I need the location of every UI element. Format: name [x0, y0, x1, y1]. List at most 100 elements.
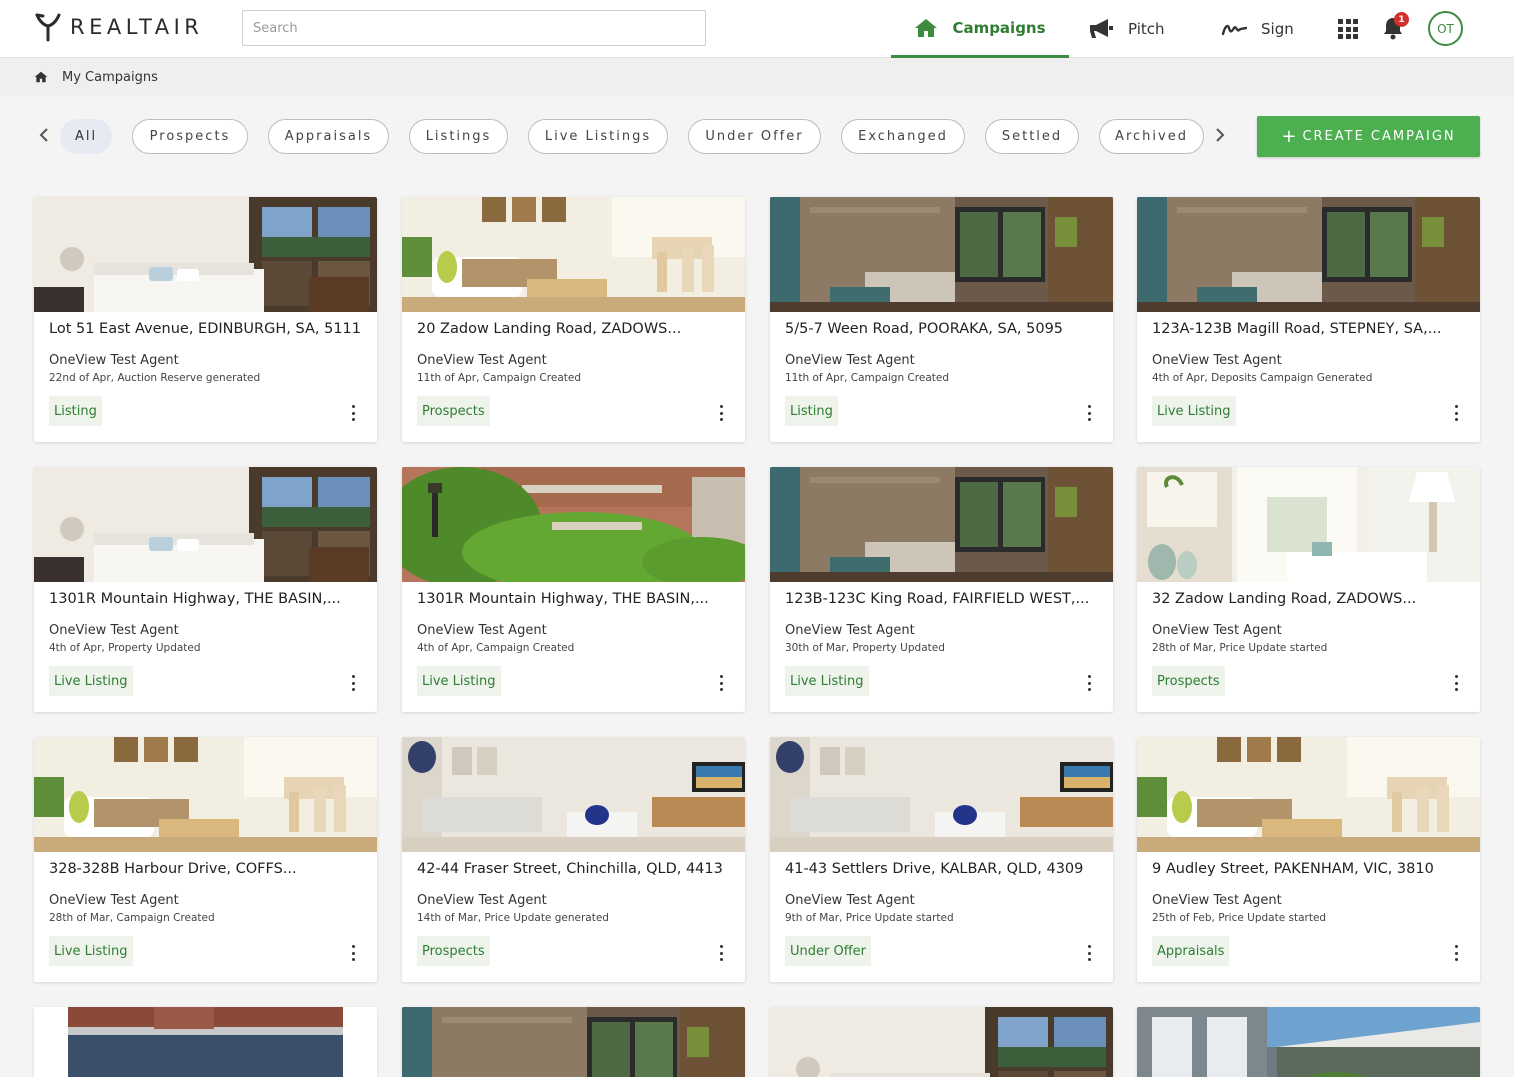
more-vert-icon[interactable]: [1083, 675, 1095, 691]
create-campaign-button[interactable]: + CREATE CAMPAIGN: [1257, 116, 1480, 157]
campaign-last-event: 22nd of Apr, Auction Reserve generated: [49, 372, 261, 384]
campaign-card[interactable]: 9 Audley Street, PAKENHAM, VIC, 3810 One…: [1137, 737, 1480, 982]
campaign-agent: OneView Test Agent: [49, 353, 179, 368]
filter-chip-live-listings[interactable]: Live Listings: [528, 119, 668, 154]
property-photo[interactable]: [770, 737, 1113, 852]
property-photo[interactable]: [770, 1007, 1113, 1077]
campaign-address[interactable]: 20 Zadow Landing Road, ZADOWS...: [417, 321, 740, 337]
campaign-card[interactable]: [34, 1007, 377, 1077]
nav-pitch[interactable]: Pitch: [1088, 0, 1165, 58]
campaign-address[interactable]: 5/5-7 Ween Road, POORAKA, SA, 5095: [785, 321, 1108, 337]
property-photo[interactable]: [1137, 737, 1480, 852]
filter-chip-exchanged[interactable]: Exchanged: [841, 119, 965, 154]
nav-pitch-label: Pitch: [1128, 20, 1165, 38]
campaign-address[interactable]: 123B-123C King Road, FAIRFIELD WEST,...: [785, 591, 1108, 607]
more-vert-icon[interactable]: [347, 945, 359, 961]
campaign-address[interactable]: 123A-123B Magill Road, STEPNEY, SA,...: [1152, 321, 1475, 337]
campaign-card[interactable]: 20 Zadow Landing Road, ZADOWS... OneView…: [402, 197, 745, 442]
chevron-left-icon[interactable]: [36, 124, 52, 146]
more-vert-icon[interactable]: [347, 405, 359, 421]
status-badge: Prospects: [417, 396, 490, 426]
filter-chip-listings[interactable]: Listings: [409, 119, 508, 154]
campaign-agent: OneView Test Agent: [417, 353, 547, 368]
campaign-address[interactable]: 41-43 Settlers Drive, KALBAR, QLD, 4309: [785, 861, 1108, 877]
more-vert-icon[interactable]: [1083, 405, 1095, 421]
home-icon[interactable]: [34, 71, 48, 83]
more-vert-icon[interactable]: [347, 675, 359, 691]
property-photo[interactable]: [402, 737, 745, 852]
status-badge: Appraisals: [1152, 936, 1230, 966]
campaign-card[interactable]: [1137, 1007, 1480, 1077]
campaign-last-event: 28th of Mar, Price Update started: [1152, 642, 1328, 654]
realtair-logo[interactable]: REALTAIR: [34, 12, 203, 42]
status-badge: Under Offer: [785, 936, 872, 966]
property-photo[interactable]: [34, 467, 377, 582]
campaign-address[interactable]: 9 Audley Street, PAKENHAM, VIC, 3810: [1152, 861, 1475, 877]
filter-chip-settled[interactable]: Settled: [985, 119, 1079, 154]
campaign-agent: OneView Test Agent: [785, 893, 915, 908]
campaign-card[interactable]: Lot 51 East Avenue, EDINBURGH, SA, 5111 …: [34, 197, 377, 442]
plus-icon: +: [1281, 126, 1297, 147]
property-photo[interactable]: [34, 197, 377, 312]
filter-chip-prospects[interactable]: Prospects: [132, 119, 248, 154]
status-badge: Live Listing: [785, 666, 869, 696]
campaign-address[interactable]: 1301R Mountain Highway, THE BASIN,...: [49, 591, 372, 607]
campaign-address[interactable]: 328-328B Harbour Drive, COFFS...: [49, 861, 372, 877]
campaign-address[interactable]: 1301R Mountain Highway, THE BASIN,...: [417, 591, 740, 607]
megaphone-icon: [1088, 18, 1114, 40]
campaign-card[interactable]: 32 Zadow Landing Road, ZADOWS... OneView…: [1137, 467, 1480, 712]
property-photo[interactable]: [402, 467, 745, 582]
property-photo[interactable]: [402, 197, 745, 312]
more-vert-icon[interactable]: [715, 945, 727, 961]
more-vert-icon[interactable]: [1450, 405, 1462, 421]
search-input[interactable]: [242, 10, 706, 46]
campaign-address[interactable]: 42-44 Fraser Street, Chinchilla, QLD, 44…: [417, 861, 740, 877]
campaign-last-event: 28th of Mar, Campaign Created: [49, 912, 215, 924]
campaign-last-event: 4th of Apr, Property Updated: [49, 642, 201, 654]
property-photo[interactable]: [770, 467, 1113, 582]
campaign-card[interactable]: 1301R Mountain Highway, THE BASIN,... On…: [34, 467, 377, 712]
campaign-card[interactable]: [770, 1007, 1113, 1077]
nav-sign[interactable]: Sign: [1221, 0, 1294, 58]
more-vert-icon[interactable]: [1450, 945, 1462, 961]
more-vert-icon[interactable]: [715, 675, 727, 691]
create-campaign-label: CREATE CAMPAIGN: [1302, 129, 1456, 144]
filter-chip-appraisals[interactable]: Appraisals: [268, 119, 389, 154]
property-photo[interactable]: [402, 1007, 745, 1077]
campaign-agent: OneView Test Agent: [49, 893, 179, 908]
property-photo[interactable]: [34, 737, 377, 852]
filter-chip-under-offer[interactable]: Under Offer: [688, 119, 821, 154]
status-badge: Live Listing: [1152, 396, 1236, 426]
apps-grid-icon[interactable]: [1338, 19, 1358, 39]
property-photo[interactable]: [1137, 1007, 1480, 1077]
campaign-card[interactable]: [402, 1007, 745, 1077]
property-photo[interactable]: [34, 1007, 377, 1077]
property-photo[interactable]: [1137, 467, 1480, 582]
campaign-card[interactable]: 5/5-7 Ween Road, POORAKA, SA, 5095 OneVi…: [770, 197, 1113, 442]
more-vert-icon[interactable]: [1450, 675, 1462, 691]
campaign-agent: OneView Test Agent: [417, 623, 547, 638]
chevron-right-icon[interactable]: [1212, 124, 1228, 146]
filter-chip-all[interactable]: All: [60, 119, 112, 154]
campaign-agent: OneView Test Agent: [1152, 353, 1282, 368]
status-badge: Live Listing: [49, 936, 133, 966]
campaign-card[interactable]: 1301R Mountain Highway, THE BASIN,... On…: [402, 467, 745, 712]
property-photo[interactable]: [1137, 197, 1480, 312]
campaign-address[interactable]: Lot 51 East Avenue, EDINBURGH, SA, 5111: [49, 321, 372, 337]
filter-chip-archived[interactable]: Archived: [1099, 119, 1204, 154]
campaign-card[interactable]: 123B-123C King Road, FAIRFIELD WEST,... …: [770, 467, 1113, 712]
more-vert-icon[interactable]: [1083, 945, 1095, 961]
campaign-card[interactable]: 328-328B Harbour Drive, COFFS... OneView…: [34, 737, 377, 982]
more-vert-icon[interactable]: [715, 405, 727, 421]
campaign-card[interactable]: 123A-123B Magill Road, STEPNEY, SA,... O…: [1137, 197, 1480, 442]
campaign-card[interactable]: 41-43 Settlers Drive, KALBAR, QLD, 4309 …: [770, 737, 1113, 982]
campaign-card[interactable]: 42-44 Fraser Street, Chinchilla, QLD, 44…: [402, 737, 745, 982]
status-badge: Live Listing: [49, 666, 133, 696]
campaign-address[interactable]: 32 Zadow Landing Road, ZADOWS...: [1152, 591, 1475, 607]
nav-campaigns[interactable]: Campaigns: [891, 0, 1069, 58]
user-avatar[interactable]: OT: [1428, 11, 1463, 46]
status-badge: Listing: [785, 396, 838, 426]
breadcrumb-label[interactable]: My Campaigns: [62, 70, 158, 85]
status-badge: Live Listing: [417, 666, 501, 696]
property-photo[interactable]: [770, 197, 1113, 312]
